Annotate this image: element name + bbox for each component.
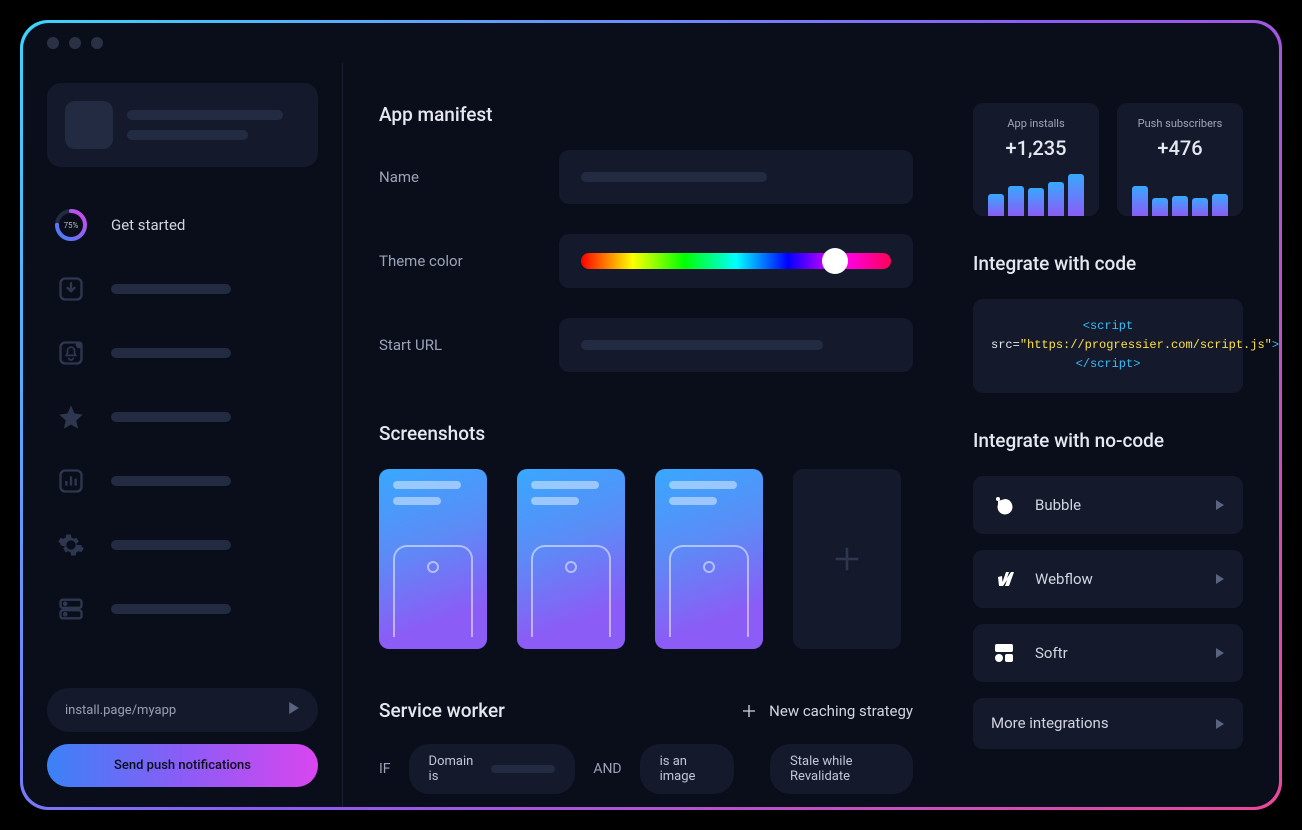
sidebar-item-download[interactable] [47,261,318,317]
push-subscribers-card: Push subscribers +476 [1117,103,1243,216]
start-url-input[interactable] [559,318,913,372]
integrate-nocode-heading: Integrate with no-code [973,429,1243,452]
subscribers-value: +476 [1157,136,1202,160]
chart-icon [53,463,89,499]
domain-condition-chip[interactable]: Domain is [409,744,576,794]
star-icon [53,399,89,435]
sidebar-item-settings[interactable] [47,517,318,573]
start-url-value-placeholder [581,340,823,350]
app-installs-card: App installs +1,235 [973,103,1099,216]
sidebar-item-storage[interactable] [47,581,318,637]
integrate-code-heading: Integrate with code [973,252,1243,275]
hue-thumb[interactable] [822,248,848,274]
sidebar-item-label [111,604,231,614]
image-condition-chip[interactable]: is an image [640,744,734,794]
hue-track [581,253,891,269]
server-icon [53,591,89,627]
download-icon [53,271,89,307]
window-titlebar [23,23,1279,63]
traffic-light-close[interactable] [47,37,59,49]
traffic-light-max[interactable] [91,37,103,49]
sidebar-item-label [111,284,231,294]
sidebar-item-notifications[interactable] [47,325,318,381]
app-name-placeholder [127,110,283,120]
phone-icon [393,545,473,637]
theme-color-label: Theme color [379,252,519,270]
app-manifest-heading: App manifest [379,103,913,126]
strategy-chip[interactable]: Stale while Revalidate [770,744,913,794]
screenshots-heading: Screenshots [379,422,913,445]
softr-icon [991,640,1017,666]
bell-icon [53,335,89,371]
phone-icon [669,545,749,637]
install-url-pill[interactable]: install.page/myapp [47,688,318,732]
plus-icon [741,703,757,719]
gear-icon [53,527,89,563]
integration-label: Bubble [1035,496,1197,514]
sidebar-item-label [111,540,231,550]
theme-color-slider[interactable] [559,234,913,288]
domain-value-placeholder [491,765,556,773]
install-url-text: install.page/myapp [65,703,176,718]
start-url-label: Start URL [379,336,519,354]
and-label: AND [593,761,621,777]
installs-label: App installs [1007,117,1064,130]
play-icon [288,702,300,718]
progress-ring-icon: 75% [53,207,89,243]
sidebar-item-favorites[interactable] [47,389,318,445]
sidebar-item-get-started[interactable]: 75% Get started [47,197,318,253]
app-avatar-placeholder [65,101,113,149]
service-worker-heading: Service worker [379,699,505,722]
sidebar-item-analytics[interactable] [47,453,318,509]
name-input[interactable] [559,150,913,204]
screenshot-thumb[interactable] [517,469,625,649]
name-label: Name [379,168,519,186]
play-icon [1215,714,1225,733]
bubble-icon [991,492,1017,518]
integration-webflow[interactable]: Webflow [973,550,1243,608]
integration-label: Softr [1035,644,1197,662]
traffic-light-min[interactable] [69,37,81,49]
play-icon [1215,569,1225,588]
integration-softr[interactable]: Softr [973,624,1243,682]
app-profile-card[interactable] [47,83,318,167]
integration-label: Webflow [1035,570,1197,588]
add-screenshot-button[interactable] [793,469,901,649]
sidebar-item-label [111,412,231,422]
integration-bubble[interactable]: Bubble [973,476,1243,534]
app-subtitle-placeholder [127,130,248,140]
integration-label: More integrations [991,714,1197,732]
progress-percent: 75% [53,207,89,243]
subscribers-bars [1129,170,1231,216]
sidebar: 75% Get started [23,63,343,807]
plus-icon [832,544,862,574]
screenshot-thumb[interactable] [379,469,487,649]
sidebar-item-label [111,476,231,486]
webflow-icon [991,566,1017,592]
send-push-button[interactable]: Send push notifications [47,744,318,787]
screenshot-thumb[interactable] [655,469,763,649]
name-value-placeholder [581,172,767,182]
if-label: IF [379,761,391,777]
installs-bars [985,170,1087,216]
code-snippet[interactable]: <script src="https://progressier.com/scr… [973,299,1243,393]
new-caching-strategy-button[interactable]: New caching strategy [741,702,913,720]
sidebar-item-label [111,348,231,358]
sidebar-item-label: Get started [111,216,185,234]
play-icon [1215,495,1225,514]
integration-more[interactable]: More integrations [973,698,1243,749]
subscribers-label: Push subscribers [1138,117,1223,130]
phone-icon [531,545,611,637]
play-icon [1215,643,1225,662]
installs-value: +1,235 [1005,136,1066,160]
